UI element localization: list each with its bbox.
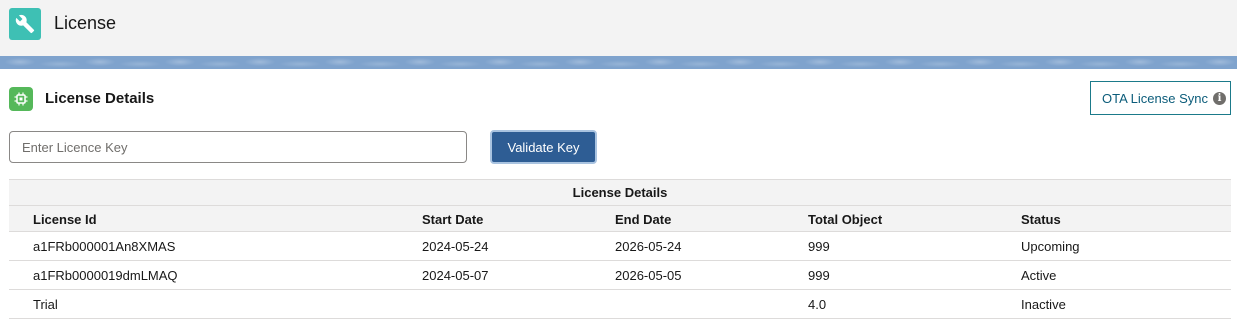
total-object-cell: 4.0 <box>808 297 827 312</box>
column-header-total-object: Total Object <box>808 212 883 227</box>
table-header-row: License Id Start Date End Date Total Obj… <box>9 205 1231 232</box>
column-header-start-date: Start Date <box>422 212 484 227</box>
table-caption: License Details <box>9 179 1231 205</box>
total-object-cell: 999 <box>808 268 830 283</box>
chip-icon <box>9 87 33 111</box>
license-details-table: License Details License Id Start Date En… <box>9 179 1231 319</box>
licence-key-input[interactable] <box>9 131 467 163</box>
status-cell: Inactive <box>1021 297 1066 312</box>
status-cell: Upcoming <box>1021 239 1080 254</box>
license-id-cell: a1FRb000001An8XMAS <box>33 239 176 254</box>
end-date-cell: 2026-05-05 <box>615 268 682 283</box>
validate-key-button[interactable]: Validate Key <box>490 130 597 164</box>
table-row: Trial 4.0 Inactive <box>9 290 1231 319</box>
status-cell: Active <box>1021 268 1057 283</box>
ota-license-sync-label: OTA License Sync <box>1102 90 1208 106</box>
start-date-cell: 2024-05-24 <box>422 239 489 254</box>
total-object-cell: 999 <box>808 239 830 254</box>
decorative-banner <box>0 56 1237 69</box>
license-id-cell: a1FRb0000019dmLMAQ <box>33 268 178 283</box>
column-header-end-date: End Date <box>615 212 672 227</box>
end-date-cell: 2026-05-24 <box>615 239 682 254</box>
card-title: License Details <box>45 90 155 107</box>
start-date-cell: 2024-05-07 <box>422 268 489 283</box>
table-row: a1FRb0000019dmLMAQ 2024-05-07 2026-05-05… <box>9 261 1231 290</box>
table-row: a1FRb000001An8XMAS 2024-05-24 2026-05-24… <box>9 232 1231 261</box>
info-icon: i <box>1212 91 1226 105</box>
page-title: License <box>54 13 117 33</box>
ota-license-sync-button[interactable]: OTA License Sync i <box>1090 81 1231 115</box>
column-header-license-id: License Id <box>33 212 97 227</box>
license-id-cell: Trial <box>33 297 58 312</box>
page-header: License <box>0 0 1237 56</box>
wrench-icon <box>9 8 41 40</box>
column-header-status: Status <box>1021 212 1061 227</box>
